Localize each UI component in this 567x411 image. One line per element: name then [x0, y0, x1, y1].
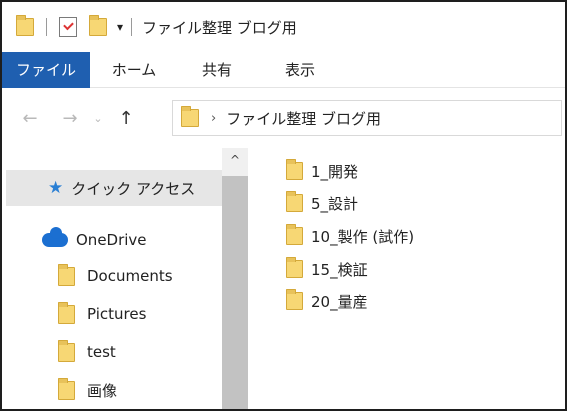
folder-icon [58, 301, 75, 324]
folder-name: 15_検証 [311, 260, 368, 279]
address-path[interactable]: ファイル整理 ブログ用 [226, 108, 381, 129]
folder-icon [286, 159, 303, 180]
recent-locations-icon[interactable]: ⌄ [90, 104, 106, 132]
explorer-window: ▾ ファイル整理 ブログ用 ファイル ホーム 共有 表示 ← → ⌄ ↑ › フ… [0, 0, 567, 411]
nav-item-label: クイック アクセス [71, 179, 196, 198]
nav-item-label: test [87, 343, 116, 361]
navigation-pane: ★ クイック アクセス OneDrive Documents Pictures … [2, 148, 248, 409]
folder-icon [286, 289, 303, 310]
ribbon-tabs: ファイル ホーム 共有 表示 [2, 51, 565, 88]
address-bar[interactable]: › ファイル整理 ブログ用 [172, 100, 562, 136]
nav-item-images[interactable]: 画像 [58, 372, 117, 408]
folder-name: 20_量産 [311, 292, 368, 311]
file-list: 1_開発 5_設計 10_製作 (試作) 15_検証 20_量産 [248, 148, 565, 409]
tab-file[interactable]: ファイル [2, 51, 90, 88]
folder-name: 1_開発 [311, 162, 359, 181]
cloud-icon [42, 227, 68, 247]
folder-icon [58, 377, 75, 400]
window-title: ファイル整理 ブログ用 [142, 18, 297, 37]
folder-icon [181, 106, 199, 127]
nav-item-label: 画像 [87, 381, 118, 400]
folder-name: 10_製作 (試作) [311, 227, 415, 246]
nav-item-label: Pictures [87, 305, 147, 323]
nav-item-documents[interactable]: Documents [58, 258, 173, 294]
title-bar: ▾ ファイル整理 ブログ用 [2, 2, 565, 52]
scrollbar-thumb[interactable] [222, 176, 248, 409]
star-icon: ★ [48, 178, 64, 198]
chevron-down-icon[interactable]: ▾ [117, 20, 123, 34]
forward-arrow-icon[interactable]: → [56, 104, 84, 132]
folder-item[interactable]: 5_設計 [286, 190, 358, 216]
properties-icon[interactable] [59, 17, 77, 37]
nav-pane-scrollbar[interactable]: ^ [222, 148, 248, 409]
folder-icon [286, 224, 303, 245]
folder-item[interactable]: 1_開発 [286, 158, 358, 184]
up-arrow-icon[interactable]: ↑ [112, 104, 140, 132]
tab-home[interactable]: ホーム [90, 52, 178, 88]
nav-item-onedrive[interactable]: OneDrive [42, 222, 147, 258]
toolbar-separator [131, 18, 133, 36]
folder-icon [16, 15, 34, 36]
folder-icon [286, 191, 303, 212]
folder-item[interactable]: 20_量産 [286, 288, 368, 314]
nav-item-test[interactable]: test [58, 334, 116, 370]
nav-item-label: Documents [87, 267, 173, 285]
folder-item[interactable]: 10_製作 (試作) [286, 223, 414, 249]
folder-name: 5_設計 [311, 194, 359, 213]
folder-item[interactable]: 15_検証 [286, 256, 368, 282]
folder-icon [58, 263, 75, 286]
new-folder-icon[interactable] [89, 15, 107, 36]
nav-item-quick-access[interactable]: ★ クイック アクセス [6, 170, 222, 206]
back-arrow-icon[interactable]: ← [16, 104, 44, 132]
chevron-right-icon[interactable]: › [211, 111, 216, 126]
folder-icon [286, 257, 303, 278]
folder-icon [58, 339, 75, 362]
tab-share[interactable]: 共有 [178, 52, 256, 88]
navigation-bar: ← → ⌄ ↑ › ファイル整理 ブログ用 [2, 98, 565, 138]
tab-view[interactable]: 表示 [256, 52, 344, 88]
chevron-up-icon[interactable]: ^ [222, 148, 248, 172]
toolbar-separator [46, 18, 47, 36]
nav-item-label: OneDrive [76, 231, 147, 249]
nav-item-pictures[interactable]: Pictures [58, 296, 146, 332]
